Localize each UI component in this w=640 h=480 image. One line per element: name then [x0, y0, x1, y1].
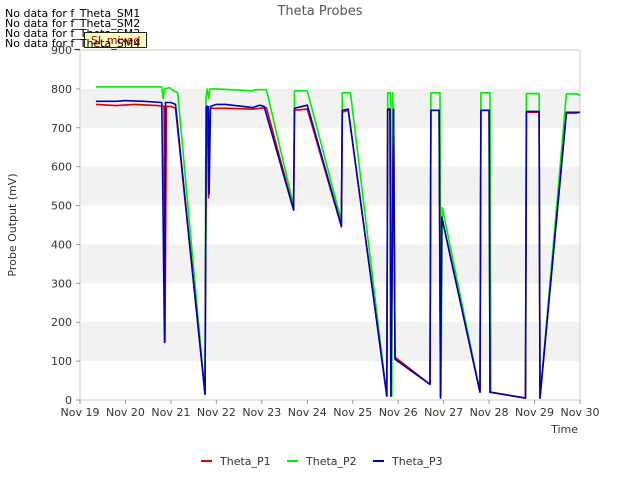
grid-band [80, 88, 580, 128]
y-tick-label: 700 [51, 122, 72, 135]
y-axis: 0100200300400500600700800900 [51, 44, 80, 407]
legend-label: Theta_P1 [219, 455, 271, 468]
theta-probes-chart: 0100200300400500600700800900 Nov 19 Nov 2… [6, 4, 600, 468]
legend-label: Theta_P2 [305, 455, 357, 468]
x-axis: Nov 19 Nov 20 Nov 21 Nov 22 Nov 23 Nov 24 Nov … [61, 400, 600, 419]
x-tick-label: Nov 24 [288, 406, 327, 419]
x-tick-label: Nov 20 [106, 406, 145, 419]
y-tick-label: 800 [51, 83, 72, 96]
y-tick-label: 500 [51, 200, 72, 213]
legend-label: Theta_P3 [391, 455, 443, 468]
x-tick-label: Nov 29 [515, 406, 554, 419]
no-data-message-4: No data for f_Theta_SM4 [5, 37, 141, 50]
grid-band [80, 322, 580, 362]
x-axis-label: Time [550, 423, 578, 436]
y-tick-label: 100 [51, 355, 72, 368]
x-tick-label: Nov 28 [470, 406, 509, 419]
x-tick-label: Nov 25 [333, 406, 372, 419]
x-tick-label: Nov 30 [561, 406, 600, 419]
legend-item-theta-p1: Theta_P1 [201, 455, 271, 468]
legend-item-theta-p3: Theta_P3 [373, 455, 443, 468]
y-tick-label: 300 [51, 277, 72, 290]
x-tick-label: Nov 22 [197, 406, 236, 419]
x-tick-label: Nov 21 [151, 406, 190, 419]
plot-background-bands [80, 88, 580, 362]
x-tick-label: Nov 26 [379, 406, 418, 419]
x-tick-label: Nov 23 [242, 406, 281, 419]
y-axis-label: Probe Output (mV) [6, 173, 19, 276]
y-tick-label: 400 [51, 238, 72, 251]
y-tick-label: 600 [51, 161, 72, 174]
legend-item-theta-p2: Theta_P2 [287, 455, 357, 468]
x-tick-label: Nov 27 [424, 406, 463, 419]
y-tick-label: 200 [51, 316, 72, 329]
x-tick-label: Nov 19 [61, 406, 100, 419]
legend: Theta_P1 Theta_P2 Theta_P3 [201, 455, 443, 468]
chart-title: Theta Probes [276, 4, 362, 19]
grid-band [80, 244, 580, 284]
